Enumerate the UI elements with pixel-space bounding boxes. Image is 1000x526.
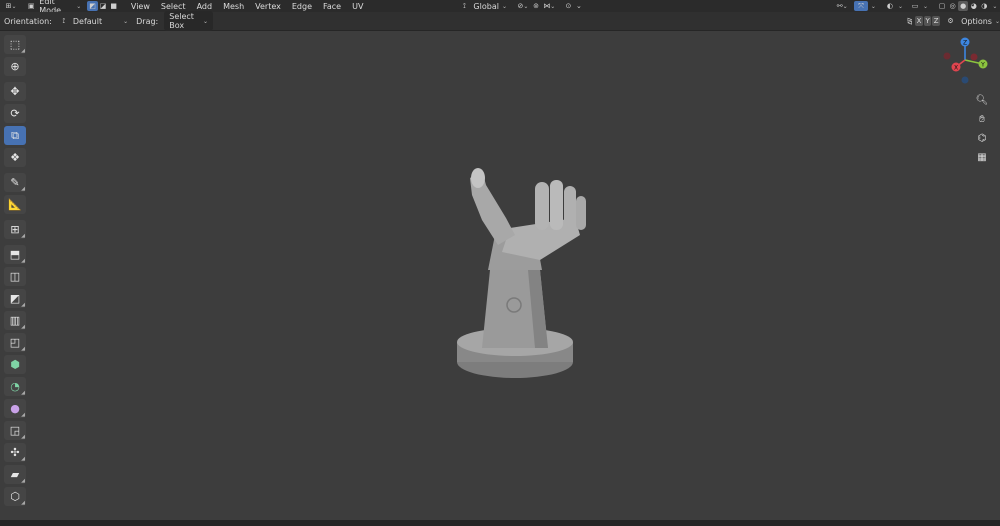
menu-face[interactable]: Face [323, 2, 341, 11]
material-shading-icon[interactable]: ◕ [968, 1, 979, 11]
mirror-icon: ⧎ [906, 17, 913, 25]
shrink-fatten-tool-icon[interactable]: ✣ ◢ [4, 443, 26, 462]
menu-view[interactable]: View [131, 2, 150, 11]
menu-add[interactable]: Add [197, 2, 213, 11]
chevron-down-icon: ⌄ [123, 17, 129, 25]
orientation-dropdown[interactable]: ⟟ Default ⌄ [58, 16, 129, 26]
neg-x-axis-handle[interactable] [970, 53, 978, 61]
orientation-value: Default [72, 16, 103, 26]
finger-index [535, 182, 549, 230]
gizmo-icon[interactable]: ⤧ [854, 1, 869, 11]
overlay-dropdown-icon[interactable]: ⌄ [895, 1, 906, 11]
scale-tool-icon[interactable]: ⧉ [4, 126, 26, 145]
viewport-mesh-object[interactable] [440, 150, 590, 390]
shear-tool-icon[interactable]: ▰ ◢ [4, 465, 26, 484]
bevel-tool-icon[interactable]: ◩ ◢ [4, 289, 26, 308]
solid-shading-icon[interactable]: ● [957, 1, 969, 11]
face-select-icon[interactable]: ■ [108, 1, 119, 11]
finger-middle [550, 180, 563, 230]
chevron-down-icon: ⌄ [203, 17, 209, 25]
transform-orientation-dropdown[interactable]: ⟟ Global ⌄ [458, 1, 507, 11]
navigation-gizmo[interactable]: Z Y X [938, 36, 992, 90]
menu-vertex[interactable]: Vertex [255, 2, 281, 11]
gizmo-dropdown-icon[interactable]: ⌄ [868, 1, 879, 11]
thumb-tip [471, 168, 485, 188]
xray-icon[interactable]: ▢ [937, 1, 948, 11]
camera-icon[interactable]: ⌬ [972, 130, 992, 146]
extrude-region-tool-icon[interactable]: ⬒ ◢ [4, 245, 26, 264]
hand-pan-icon[interactable]: ✋︎ [972, 111, 992, 127]
inset-faces-tool-icon[interactable]: ◫ [4, 267, 26, 286]
rip-region-tool-icon[interactable]: ⬡ ◢ [4, 487, 26, 506]
chevron-down-icon: ⌄ [76, 2, 82, 10]
visibility-icon[interactable]: ⚯ ⌄ [834, 1, 850, 11]
edge-select-icon[interactable]: ◪ [98, 1, 109, 11]
finger-pinky [576, 196, 586, 230]
move-tool-icon[interactable]: ✥ [4, 82, 26, 101]
grid-ortho-icon[interactable]: ▦ [972, 149, 992, 165]
z-axis-label: Z [963, 40, 967, 47]
annotate-tool-icon[interactable]: ✎ ◢ [4, 173, 26, 192]
tool-settings-bar: Orientation: ⟟ Default ⌄ Drag: Select Bo… [0, 11, 1000, 31]
proportional-falloff-icon[interactable]: ⌄ [574, 1, 585, 11]
drag-dropdown[interactable]: Select Box ⌄ [164, 11, 214, 31]
menu-edge[interactable]: Edge [292, 2, 312, 11]
poly-build-tool-icon[interactable]: ⬢ [4, 355, 26, 374]
menu-select[interactable]: Select [161, 2, 186, 11]
loop-cut-tool-icon[interactable]: ▥ ◢ [4, 311, 26, 330]
x-axis-label: X [954, 65, 958, 72]
snap-target-icon[interactable]: ⋈ ⌄ [541, 1, 557, 11]
edit-mode-icon: ▣ [27, 2, 35, 10]
spin-tool-icon[interactable]: ◔ ◢ [4, 377, 26, 396]
menu-uv[interactable]: UV [352, 2, 363, 11]
edge-slide-tool-icon[interactable]: ◲ ◢ [4, 421, 26, 440]
tool-shelf: ⬚ ◢ ⊕ ✥ ⟳ ⧉ ❖ ✎ ◢ 📐 ⊞ ◢ ⬒ ◢ ◫ ◩ ◢ ▥ ◢ ◰ ◢ ⬢ ◔ ◢ … [4, 35, 28, 509]
transform-orientation-label: Global [473, 1, 499, 11]
proportional-edit-icon[interactable]: ⊙ [563, 1, 574, 11]
rotate-tool-icon[interactable]: ⟳ [4, 104, 26, 123]
drag-label: Drag: [136, 16, 159, 26]
pivot-icon[interactable]: ⊘ ⌄ [515, 1, 531, 11]
knife-tool-icon[interactable]: ◰ ◢ [4, 333, 26, 352]
chevron-down-icon: ⌄ [994, 17, 1000, 25]
measure-tool-icon[interactable]: 📐 [4, 195, 26, 214]
menu-mesh[interactable]: Mesh [223, 2, 244, 11]
vertex-select-icon[interactable]: ◩ [87, 1, 98, 11]
editor-type-icon[interactable]: ⊞ ⌄ [4, 1, 18, 11]
mesh-overlay-dropdown-icon[interactable]: ⌄ [920, 1, 931, 11]
neg-y-axis-handle[interactable] [943, 52, 951, 60]
symmetry-options-icon[interactable]: ⚙ [946, 16, 955, 26]
select-box-tool-icon[interactable]: ⬚ ◢ [4, 35, 26, 54]
orientation-icon: ⟟ [463, 1, 466, 10]
orientation-icon: ⟟ [62, 16, 66, 25]
mirror-z-toggle[interactable]: Z [932, 16, 940, 26]
overlay-icon[interactable]: ◐ [885, 1, 896, 11]
options-dropdown[interactable]: Options ⌄ [961, 17, 1000, 26]
mirror-y-toggle[interactable]: Y [923, 16, 932, 26]
chevron-down-icon: ⌄ [501, 2, 507, 10]
neg-z-axis-handle[interactable] [961, 76, 969, 84]
mesh-overlay-icon[interactable]: ▭ [910, 1, 921, 11]
rendered-shading-icon[interactable]: ◑ [979, 1, 990, 11]
wireframe-shading-icon[interactable]: ◎ [947, 1, 958, 11]
cursor-tool-icon[interactable]: ⊕ [4, 57, 26, 76]
finger-ring [564, 186, 576, 230]
add-cube-tool-icon[interactable]: ⊞ ◢ [4, 220, 26, 239]
editor-header: ⊞ ⌄ ▣ Edit Mode ⌄ ◩ ◪ ■ View Select Add M… [0, 0, 1000, 15]
snap-icon[interactable]: ⊚ [531, 1, 542, 11]
shading-dropdown-icon[interactable]: ⌄ [990, 1, 1000, 11]
options-label: Options [961, 16, 992, 26]
smooth-tool-icon[interactable]: ● ◢ [4, 399, 26, 418]
y-axis-label: Y [980, 62, 985, 69]
transform-tool-icon[interactable]: ❖ [4, 148, 26, 167]
mirror-x-toggle[interactable]: X [915, 16, 923, 26]
orientation-label: Orientation: [4, 16, 52, 26]
drag-value: Select Box [169, 12, 194, 30]
zoom-icon[interactable]: 🔍︎ [972, 92, 992, 108]
status-bar [0, 520, 1000, 526]
